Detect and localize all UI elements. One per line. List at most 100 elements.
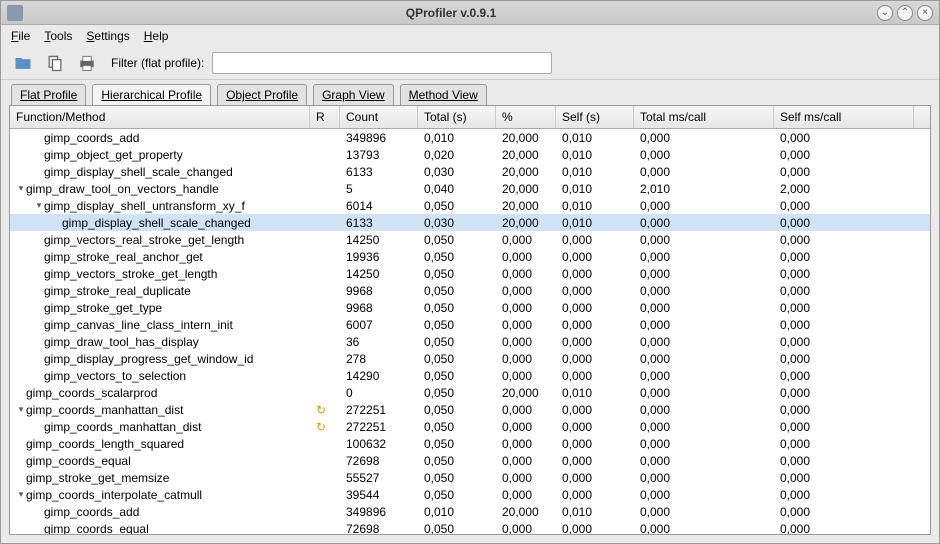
smc-cell: 0,000 bbox=[774, 437, 914, 451]
tab-object-profile[interactable]: Object Profile bbox=[217, 84, 307, 105]
menu-tools[interactable]: Tools bbox=[44, 29, 72, 43]
table-row[interactable]: gimp_object_get_property137930,02020,000… bbox=[10, 146, 930, 163]
expand-icon[interactable]: ▾ bbox=[34, 200, 44, 211]
col-header[interactable]: Total (s) bbox=[418, 106, 496, 128]
function-name: gimp_canvas_line_class_intern_init bbox=[44, 318, 233, 332]
total-cell: 0,050 bbox=[418, 284, 496, 298]
table-row[interactable]: ▾gimp_coords_manhattan_dist↻2722510,0500… bbox=[10, 401, 930, 418]
pct-cell: 0,000 bbox=[496, 233, 556, 247]
function-name: gimp_display_shell_scale_changed bbox=[62, 216, 251, 230]
tmc-cell: 0,000 bbox=[634, 233, 774, 247]
smc-cell: 0,000 bbox=[774, 318, 914, 332]
count-cell: 349896 bbox=[340, 131, 418, 145]
print-icon[interactable] bbox=[75, 51, 99, 75]
open-icon[interactable] bbox=[11, 51, 35, 75]
table-header: Function/MethodRCountTotal (s)%Self (s)T… bbox=[10, 106, 930, 129]
tmc-cell: 0,000 bbox=[634, 403, 774, 417]
tab-flat-profile[interactable]: Flat Profile bbox=[11, 84, 86, 105]
tmc-cell: 0,000 bbox=[634, 165, 774, 179]
table-row[interactable]: gimp_stroke_get_type99680,0500,0000,0000… bbox=[10, 299, 930, 316]
table-row[interactable]: gimp_coords_length_squared1006320,0500,0… bbox=[10, 435, 930, 452]
pct-cell: 0,000 bbox=[496, 471, 556, 485]
count-cell: 72698 bbox=[340, 454, 418, 468]
count-cell: 72698 bbox=[340, 522, 418, 535]
table-row[interactable]: ▾gimp_display_shell_untransform_xy_f6014… bbox=[10, 197, 930, 214]
smc-cell: 0,000 bbox=[774, 454, 914, 468]
pct-cell: 20,000 bbox=[496, 165, 556, 179]
self-cell: 0,010 bbox=[556, 505, 634, 519]
menu-file[interactable]: File bbox=[11, 29, 30, 43]
table-row[interactable]: gimp_coords_add3498960,01020,0000,0100,0… bbox=[10, 503, 930, 520]
table-row[interactable]: gimp_coords_add3498960,01020,0000,0100,0… bbox=[10, 129, 930, 146]
menu-settings[interactable]: Settings bbox=[86, 29, 129, 43]
col-header[interactable]: % bbox=[496, 106, 556, 128]
total-cell: 0,050 bbox=[418, 386, 496, 400]
table-body[interactable]: gimp_coords_add3498960,01020,0000,0100,0… bbox=[10, 129, 930, 534]
total-cell: 0,050 bbox=[418, 250, 496, 264]
table-row[interactable]: gimp_vectors_real_stroke_get_length14250… bbox=[10, 231, 930, 248]
pct-cell: 20,000 bbox=[496, 148, 556, 162]
expand-icon[interactable]: ▾ bbox=[16, 183, 26, 194]
pct-cell: 0,000 bbox=[496, 454, 556, 468]
smc-cell: 0,000 bbox=[774, 301, 914, 315]
tab-graph-view[interactable]: Graph View bbox=[313, 84, 393, 105]
function-cell: ▾gimp_display_shell_untransform_xy_f bbox=[10, 199, 310, 213]
total-cell: 0,050 bbox=[418, 369, 496, 383]
total-cell: 0,050 bbox=[418, 522, 496, 535]
table-row[interactable]: gimp_coords_equal726980,0500,0000,0000,0… bbox=[10, 520, 930, 534]
count-cell: 55527 bbox=[340, 471, 418, 485]
function-name: gimp_coords_length_squared bbox=[26, 437, 184, 451]
pct-cell: 0,000 bbox=[496, 522, 556, 535]
table-row[interactable]: gimp_vectors_stroke_get_length142500,050… bbox=[10, 265, 930, 282]
col-header[interactable]: Function/Method bbox=[10, 106, 310, 128]
copy-icon[interactable] bbox=[43, 51, 67, 75]
tab-method-view[interactable]: Method View bbox=[400, 84, 487, 105]
self-cell: 0,010 bbox=[556, 199, 634, 213]
col-header[interactable]: R bbox=[310, 106, 340, 128]
tmc-cell: 0,000 bbox=[634, 437, 774, 451]
smc-cell: 0,000 bbox=[774, 386, 914, 400]
table-row[interactable]: ▾gimp_coords_interpolate_catmull395440,0… bbox=[10, 486, 930, 503]
table-row[interactable]: gimp_display_shell_scale_changed61330,03… bbox=[10, 163, 930, 180]
function-cell: gimp_display_shell_scale_changed bbox=[10, 165, 310, 179]
table-row[interactable]: gimp_stroke_real_anchor_get199360,0500,0… bbox=[10, 248, 930, 265]
self-cell: 0,010 bbox=[556, 216, 634, 230]
smc-cell: 0,000 bbox=[774, 131, 914, 145]
table-row[interactable]: gimp_stroke_get_memsize555270,0500,0000,… bbox=[10, 469, 930, 486]
function-name: gimp_coords_equal bbox=[26, 454, 131, 468]
table-row[interactable]: gimp_coords_scalarprod00,05020,0000,0100… bbox=[10, 384, 930, 401]
tmc-cell: 0,000 bbox=[634, 284, 774, 298]
tmc-cell: 0,000 bbox=[634, 420, 774, 434]
table-row[interactable]: gimp_coords_equal726980,0500,0000,0000,0… bbox=[10, 452, 930, 469]
titlebar: QProfiler v.0.9.1 ⌄ ⌃ × bbox=[1, 1, 939, 25]
close-button[interactable]: × bbox=[917, 5, 933, 21]
filter-label: Filter (flat profile): bbox=[111, 56, 204, 70]
table-row[interactable]: gimp_coords_manhattan_dist↻2722510,0500,… bbox=[10, 418, 930, 435]
table-row[interactable]: gimp_canvas_line_class_intern_init60070,… bbox=[10, 316, 930, 333]
tab-hierarchical-profile[interactable]: Hierarchical Profile bbox=[92, 84, 211, 105]
table-row[interactable]: ▾gimp_draw_tool_on_vectors_handle50,0402… bbox=[10, 180, 930, 197]
col-header[interactable]: Total ms/call bbox=[634, 106, 774, 128]
table-row[interactable]: gimp_display_progress_get_window_id2780,… bbox=[10, 350, 930, 367]
table-row[interactable]: gimp_stroke_real_duplicate99680,0500,000… bbox=[10, 282, 930, 299]
col-header[interactable]: Self ms/call bbox=[774, 106, 914, 128]
col-header[interactable]: Self (s) bbox=[556, 106, 634, 128]
function-name: gimp_vectors_to_selection bbox=[44, 369, 186, 383]
filter-input[interactable] bbox=[212, 52, 552, 74]
minimize-button[interactable]: ⌄ bbox=[877, 5, 893, 21]
function-name: gimp_object_get_property bbox=[44, 148, 183, 162]
col-header[interactable]: Count bbox=[340, 106, 418, 128]
function-name: gimp_coords_scalarprod bbox=[26, 386, 157, 400]
pct-cell: 20,000 bbox=[496, 131, 556, 145]
smc-cell: 0,000 bbox=[774, 505, 914, 519]
table-row[interactable]: gimp_draw_tool_has_display360,0500,0000,… bbox=[10, 333, 930, 350]
pct-cell: 0,000 bbox=[496, 488, 556, 502]
table-row[interactable]: gimp_display_shell_scale_changed61330,03… bbox=[10, 214, 930, 231]
expand-icon[interactable]: ▾ bbox=[16, 404, 26, 415]
menu-help[interactable]: Help bbox=[144, 29, 169, 43]
r-cell: ↻ bbox=[310, 420, 340, 434]
table-row[interactable]: gimp_vectors_to_selection142900,0500,000… bbox=[10, 367, 930, 384]
expand-icon[interactable]: ▾ bbox=[16, 489, 26, 500]
maximize-button[interactable]: ⌃ bbox=[897, 5, 913, 21]
function-cell: ▾gimp_draw_tool_on_vectors_handle bbox=[10, 182, 310, 196]
